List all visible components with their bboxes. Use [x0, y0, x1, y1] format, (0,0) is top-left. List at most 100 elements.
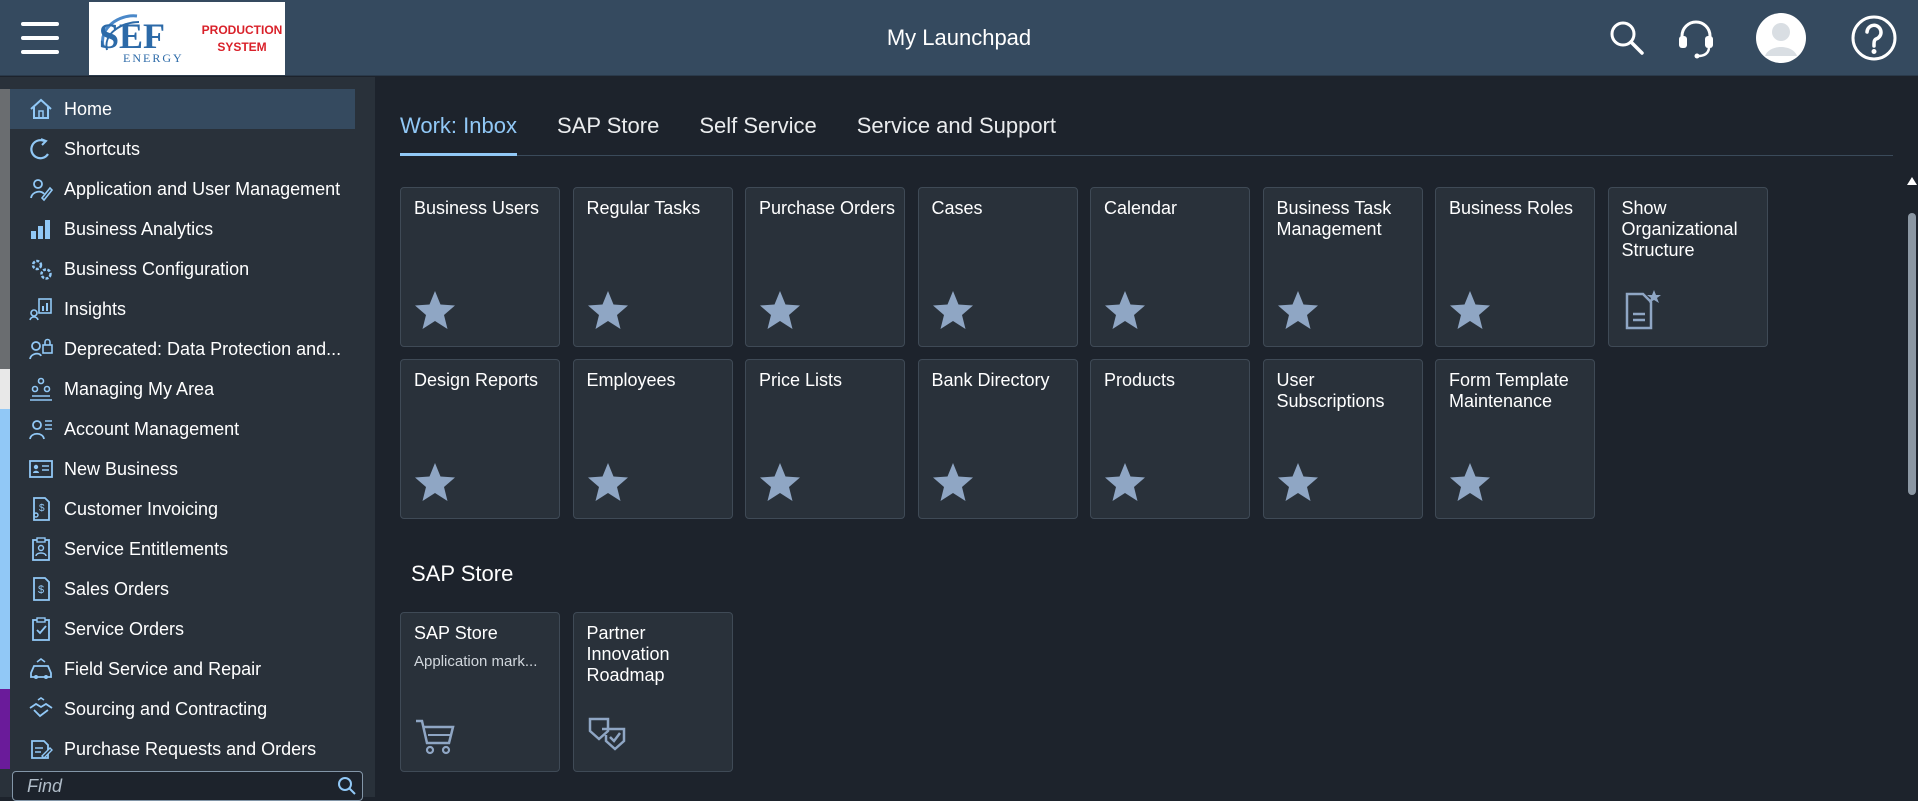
tile-business-task-management[interactable]: Business Task Management	[1262, 187, 1423, 347]
sidebar-item-home[interactable]: Home	[10, 89, 355, 129]
sidebar-item-account-management[interactable]: Account Management	[10, 409, 355, 449]
sidebar-item-label: Deprecated: Data Protection and...	[64, 338, 342, 359]
tile-title: Design Reports	[414, 370, 539, 390]
tile-business-roles[interactable]: Business Roles	[1435, 187, 1595, 347]
sidebar-item-purchase-requests-and-orders[interactable]: Purchase Requests and Orders	[10, 729, 355, 769]
tile-cases[interactable]: Cases	[917, 187, 1078, 347]
tile-title: Regular Tasks	[586, 198, 701, 218]
svg-text:SEF: SEF	[99, 16, 165, 56]
tile-user-subscriptions[interactable]: User Subscriptions	[1262, 359, 1423, 519]
sidebar-item-sales-orders[interactable]: $ Sales Orders	[10, 569, 355, 609]
tile-show-organizational-structure[interactable]: Show Organizational Structure	[1607, 187, 1768, 347]
tile-sap-store[interactable]: SAP Store Application mark...	[400, 612, 560, 772]
tile-title: Bank Directory	[931, 370, 1050, 390]
tile-calendar[interactable]: Calendar	[1090, 187, 1250, 347]
sidebar-item-label: Sourcing and Contracting	[64, 698, 268, 719]
sidebar-item-application-and-user-management[interactable]: Application and User Management	[10, 169, 355, 209]
tile-employees[interactable]: Employees	[572, 359, 733, 519]
accent-segment	[0, 529, 10, 569]
sidebar-item-business-analytics[interactable]: Business Analytics	[10, 209, 355, 249]
star-icon	[1276, 460, 1320, 504]
tile-form-template-maintenance[interactable]: Form Template Maintenance	[1435, 359, 1595, 519]
scroll-up-arrow[interactable]	[1907, 177, 1917, 185]
sidebar-item-service-orders[interactable]: Service Orders	[10, 609, 355, 649]
cart-icon	[413, 713, 457, 757]
search-icon[interactable]	[1603, 14, 1651, 62]
logo-text-line1: PRODUCTION	[201, 23, 283, 37]
sidebar-item-service-entitlements[interactable]: Service Entitlements	[10, 529, 355, 569]
bar-chart-icon	[26, 214, 56, 244]
tile-subtitle: Application mark...	[414, 653, 538, 670]
tab-self-service[interactable]: Self Service	[699, 111, 816, 156]
tab-service-and-support[interactable]: Service and Support	[857, 111, 1056, 156]
tile-price-lists[interactable]: Price Lists	[745, 359, 905, 519]
star-icon	[586, 460, 630, 504]
accent-segment	[0, 649, 10, 689]
sidebar-nav: Home Shortcuts Application and User Manage…	[10, 89, 355, 769]
tile-title: Business Roles	[1449, 198, 1574, 218]
tile-title: Calendar	[1104, 198, 1178, 218]
org-icon	[26, 374, 56, 404]
search-icon[interactable]	[332, 772, 362, 800]
sidebar-item-deprecated-data-protection-and[interactable]: Deprecated: Data Protection and...	[10, 329, 355, 369]
tile-partner-innovation-roadmap[interactable]: Partner Innovation Roadmap	[572, 612, 733, 772]
tile-title: Products	[1104, 370, 1176, 390]
user-avatar-icon[interactable]	[1755, 12, 1807, 64]
star-icon	[413, 460, 457, 504]
sidebar-item-shortcuts[interactable]: Shortcuts	[10, 129, 355, 169]
star-icon	[758, 288, 802, 332]
tile-purchase-orders[interactable]: Purchase Orders	[745, 187, 905, 347]
star-icon	[1276, 288, 1320, 332]
tile-title: Cases	[931, 198, 983, 218]
sidebar-item-label: Account Management	[64, 418, 240, 439]
user-edit-icon	[26, 174, 56, 204]
star-icon	[931, 288, 975, 332]
tile-title: Business Users	[414, 198, 540, 218]
company-logo[interactable]: SEF ENERGY PRODUCTION SYSTEM	[89, 2, 285, 75]
scrollbar[interactable]	[1906, 177, 1918, 737]
sidebar-item-managing-my-area[interactable]: Managing My Area	[10, 369, 355, 409]
car-service-icon	[26, 654, 56, 684]
tile-title: Price Lists	[759, 370, 843, 390]
tile-bank-directory[interactable]: Bank Directory	[917, 359, 1078, 519]
tile-regular-tasks[interactable]: Regular Tasks	[572, 187, 733, 347]
tile-products[interactable]: Products	[1090, 359, 1250, 519]
accent-segment	[0, 89, 10, 129]
help-icon[interactable]	[1850, 14, 1898, 62]
tile-design-reports[interactable]: Design Reports	[400, 359, 560, 519]
sidebar-item-label: Application and User Management	[64, 178, 341, 199]
shell-bar: SEF ENERGY PRODUCTION SYSTEM My Launchpa…	[0, 0, 1918, 76]
svg-text:$: $	[38, 584, 44, 596]
scroll-thumb[interactable]	[1908, 213, 1916, 495]
svg-text:ENERGY: ENERGY	[123, 51, 184, 65]
accent-segment	[0, 169, 10, 209]
home-icon	[26, 94, 56, 124]
sidebar-item-new-business[interactable]: New Business	[10, 449, 355, 489]
headset-icon[interactable]	[1672, 14, 1720, 62]
sales-order-icon: $	[26, 574, 56, 604]
sidebar-item-field-service-and-repair[interactable]: Field Service and Repair	[10, 649, 355, 689]
user-lock-icon	[26, 334, 56, 364]
sidebar-item-customer-invoicing[interactable]: $ Customer Invoicing	[10, 489, 355, 529]
find-input[interactable]	[13, 775, 332, 797]
sidebar-item-business-configuration[interactable]: Business Configuration	[10, 249, 355, 289]
tab-work-inbox[interactable]: Work: Inbox	[400, 111, 517, 156]
sidebar-item-insights[interactable]: Insights	[10, 289, 355, 329]
sidebar: Home Shortcuts Application and User Manage…	[0, 77, 375, 801]
menu-icon[interactable]	[18, 18, 62, 58]
section-title-sap-store: SAP Store	[411, 561, 514, 586]
tile-business-users[interactable]: Business Users	[400, 187, 560, 347]
sidebar-item-label: Service Orders	[64, 618, 185, 639]
accent-segment	[0, 449, 10, 489]
sidebar-item-label: Managing My Area	[64, 378, 215, 399]
main-content: Work: Inbox SAP Store Self Service Service …	[375, 77, 1918, 797]
accent-segment	[0, 129, 10, 169]
sidebar-item-label: Insights	[64, 298, 127, 319]
tab-sap-store[interactable]: SAP Store	[557, 111, 659, 156]
star-icon	[413, 288, 457, 332]
sidebar-item-label: Business Configuration	[64, 258, 250, 279]
sidebar-item-label: Field Service and Repair	[64, 658, 262, 679]
sidebar-item-sourcing-and-contracting[interactable]: Sourcing and Contracting	[10, 689, 355, 729]
accent-segment	[0, 369, 10, 409]
accent-segment	[0, 729, 10, 769]
